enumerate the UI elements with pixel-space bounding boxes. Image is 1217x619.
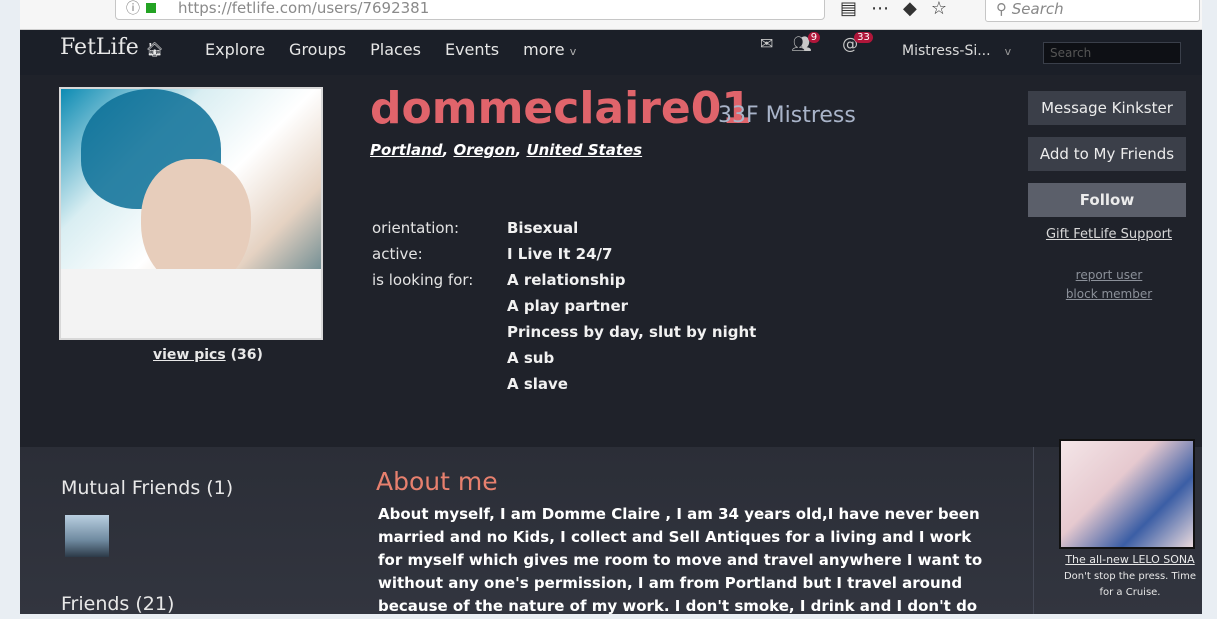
envelope-icon[interactable]: ✉ — [760, 34, 773, 53]
mutual-friends-heading: Mutual Friends (1) — [61, 477, 233, 499]
detail-row-orientation: orientation: Bisexual — [372, 215, 756, 241]
address-bar[interactable]: ⓘ https://fetlife.com/users/7692381 — [115, 0, 825, 20]
report-user-link[interactable]: report user — [1028, 266, 1190, 285]
detail-value: A relationship — [507, 271, 626, 289]
about-text: About myself, I am Domme Claire , I am 3… — [378, 505, 983, 615]
profile-body: Mutual Friends (1) Friends (21) About me… — [20, 439, 1202, 615]
looking-for-item: A sub — [507, 349, 555, 367]
chevron-down-icon: v — [1004, 45, 1012, 58]
friends-heading: Friends (21) — [61, 593, 174, 615]
requests-badge: 9 — [807, 32, 821, 43]
sidebar-divider — [1033, 447, 1034, 614]
mutual-friends-count: (1) — [206, 477, 234, 499]
detail-label: active: — [372, 245, 423, 263]
url-text: https://fetlife.com/users/7692381 — [178, 0, 430, 17]
avatar-shoulder-shape — [61, 269, 321, 338]
browser-toolbar: ⓘ https://fetlife.com/users/7692381 ▤⋯◆☆… — [20, 0, 1202, 30]
location-city[interactable]: Portland — [370, 141, 443, 159]
looking-for-item: A slave — [507, 375, 568, 393]
view-pics-link[interactable]: view pics — [153, 347, 226, 363]
profile-details: orientation: Bisexual active: I Live It … — [372, 215, 756, 397]
user-menu-label: Mistress-Si... — [902, 43, 991, 59]
home-icon: 🏠︎ — [145, 42, 164, 58]
gift-support-link[interactable]: Gift FetLife Support — [1028, 227, 1190, 242]
about-heading: About me — [376, 467, 498, 496]
friends-label: Friends — [61, 593, 130, 615]
fetlife-logo[interactable]: FetLife 🏠︎ — [60, 35, 164, 60]
friends-count: (21) — [135, 593, 175, 615]
looking-for-item: Princess by day, slut by night — [507, 323, 757, 341]
bookmark-star-icon[interactable]: ☆ — [931, 0, 961, 19]
age-role: 33F Mistress — [718, 103, 856, 128]
looking-for-item: A play partner — [507, 297, 629, 315]
nav-groups[interactable]: Groups — [289, 40, 346, 59]
profile-actions: Message Kinkster Add to My Friends Follo… — [1028, 91, 1190, 304]
location: Portland, Oregon, United States — [370, 141, 643, 159]
browser-search-placeholder: Search — [1011, 0, 1064, 18]
search-icon: ⚲ — [996, 0, 1007, 18]
browser-search-box[interactable]: ⚲ Search — [985, 0, 1200, 22]
nav-more-label: more — [523, 40, 565, 59]
pics-count: (36) — [230, 347, 263, 363]
nav-notification-icons: ✉ 👥︎9 @33 — [760, 32, 877, 53]
nav-explore[interactable]: Explore — [205, 40, 265, 59]
nav-search-input[interactable]: Search — [1043, 42, 1181, 64]
avatar[interactable] — [59, 87, 323, 340]
detail-value: I Live It 24/7 — [507, 245, 613, 263]
detail-label: is looking for: — [372, 271, 474, 289]
ad-image[interactable] — [1059, 439, 1195, 549]
pocket-icon[interactable]: ◆ — [903, 0, 931, 19]
logo-text: FetLife — [60, 35, 139, 60]
add-friend-button[interactable]: Add to My Friends — [1028, 137, 1186, 171]
nav-places[interactable]: Places — [370, 40, 421, 59]
detail-label: orientation: — [372, 219, 460, 237]
reader-icon[interactable]: ▤ — [840, 0, 871, 19]
site-info-icon[interactable]: ⓘ — [126, 0, 156, 18]
profile-header: view pics (36) dommeclaire01 33F Mistres… — [20, 75, 1202, 447]
browser-actions: ▤⋯◆☆ — [840, 0, 961, 19]
location-country[interactable]: United States — [526, 141, 642, 159]
nav-events[interactable]: Events — [445, 40, 499, 59]
location-state[interactable]: Oregon — [453, 141, 515, 159]
friend-requests-icon[interactable]: 👥︎9 — [791, 32, 824, 53]
mentions-icon[interactable]: @33 — [842, 32, 877, 53]
mutual-friend-avatar[interactable] — [65, 515, 109, 557]
detail-row-active: active: I Live It 24/7 — [372, 241, 756, 267]
chevron-down-icon: v — [569, 45, 577, 58]
page-title: dommeclaire01 — [370, 83, 752, 134]
site-nav: FetLife 🏠︎ Explore Groups Places Events … — [20, 30, 1202, 75]
moderation-links: report user block member — [1028, 266, 1190, 304]
more-icon[interactable]: ⋯ — [871, 0, 903, 19]
mentions-badge: 33 — [854, 32, 873, 43]
user-menu[interactable]: Mistress-Si... v — [902, 43, 1011, 59]
follow-button[interactable]: Follow — [1028, 183, 1186, 217]
detail-row-looking-for: is looking for: A relationship — [372, 267, 756, 293]
ad-link[interactable]: The all-new LELO SONA — [1060, 553, 1200, 566]
ad-text: Don't stop the press. Time for a Cruise. — [1063, 571, 1196, 598]
nav-search-placeholder: Search — [1050, 46, 1092, 60]
nav-links: Explore Groups Places Events more v — [205, 40, 576, 59]
view-pics: view pics (36) — [153, 347, 263, 363]
message-kinkster-button[interactable]: Message Kinkster — [1028, 91, 1186, 125]
nav-more[interactable]: more v — [523, 40, 576, 59]
screenshot-frame: ⓘ https://fetlife.com/users/7692381 ▤⋯◆☆… — [0, 0, 1217, 619]
mutual-friends-label: Mutual Friends — [61, 477, 201, 499]
detail-value: Bisexual — [507, 219, 579, 237]
block-member-link[interactable]: block member — [1028, 285, 1190, 304]
lock-icon — [146, 3, 156, 13]
